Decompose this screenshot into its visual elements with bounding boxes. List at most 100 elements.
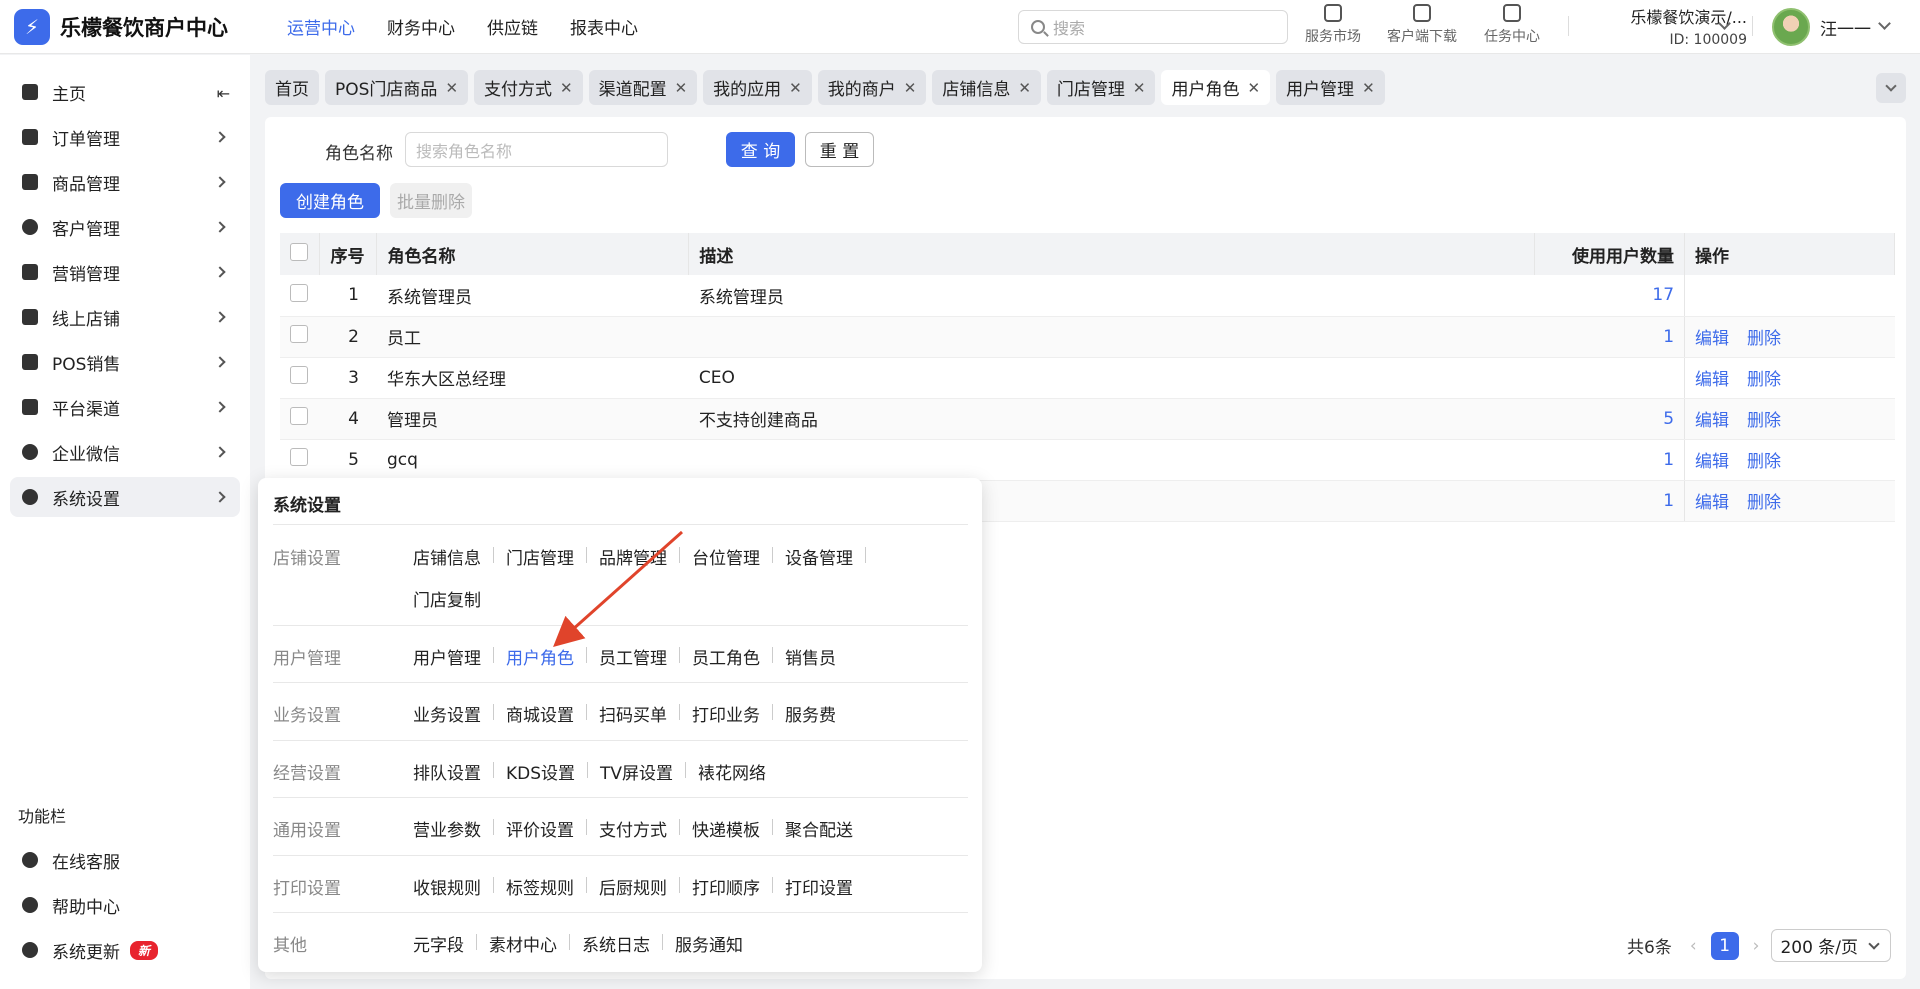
sidebar-item-products[interactable]: 商品管理 xyxy=(10,162,240,202)
row-user-count[interactable]: 5 xyxy=(1534,398,1685,440)
row-user-count[interactable]: 1 xyxy=(1534,316,1685,358)
row-checkbox[interactable] xyxy=(290,325,308,343)
tab-my-apps[interactable]: 我的应用 ✕ xyxy=(703,70,812,105)
menu-item-brand-management[interactable]: 品牌管理 xyxy=(599,544,667,569)
client-download-button[interactable]: 客户端下载 xyxy=(1382,4,1462,46)
menu-item-meta-fields[interactable]: 元字段 xyxy=(413,931,464,956)
top-nav-supply-chain[interactable]: 供应链 xyxy=(487,14,538,39)
reset-button[interactable]: 重 置 xyxy=(805,132,874,167)
top-nav-operations[interactable]: 运营中心 xyxy=(287,14,355,39)
sidebar-item-help-center[interactable]: 帮助中心 xyxy=(10,885,240,925)
close-icon[interactable]: ✕ xyxy=(445,79,458,97)
menu-item-cashier-rules[interactable]: 收银规则 xyxy=(413,874,481,899)
tab-user-roles[interactable]: 用户角色 ✕ xyxy=(1161,70,1271,105)
menu-item-scan-to-pay[interactable]: 扫码买单 xyxy=(599,701,667,726)
query-button[interactable]: 查 询 xyxy=(726,132,795,167)
edit-link[interactable]: 编辑 xyxy=(1695,493,1729,513)
close-icon[interactable]: ✕ xyxy=(1247,79,1260,97)
sidebar-item-home[interactable]: 主页 ⇤ xyxy=(10,72,240,112)
page-number-current[interactable]: 1 xyxy=(1710,931,1739,960)
edit-link[interactable]: 编辑 xyxy=(1695,329,1729,349)
sidebar-item-system-settings[interactable]: 系统设置 xyxy=(10,477,240,517)
menu-item-payment-methods[interactable]: 支付方式 xyxy=(599,816,667,841)
menu-item-store-copy[interactable]: 门店复制 xyxy=(413,586,481,611)
tab-store-info[interactable]: 店铺信息 ✕ xyxy=(932,70,1041,105)
search-input[interactable]: 搜索 xyxy=(1018,10,1288,44)
menu-item-print-order[interactable]: 打印顺序 xyxy=(692,874,760,899)
sidebar-item-system-update[interactable]: 系统更新 新 xyxy=(10,930,240,970)
menu-item-tv-screen-settings[interactable]: TV屏设置 xyxy=(600,759,673,784)
close-icon[interactable]: ✕ xyxy=(789,79,802,97)
delete-link[interactable]: 删除 xyxy=(1747,493,1781,513)
edit-link[interactable]: 编辑 xyxy=(1695,370,1729,390)
close-icon[interactable]: ✕ xyxy=(675,79,688,97)
menu-item-staff-management[interactable]: 员工管理 xyxy=(599,644,667,669)
close-icon[interactable]: ✕ xyxy=(904,79,917,97)
menu-item-queue-settings[interactable]: 排队设置 xyxy=(413,759,481,784)
sidebar-item-online-store[interactable]: 线上店铺 xyxy=(10,297,240,337)
batch-delete-button[interactable]: 批量删除 xyxy=(390,183,472,218)
menu-item-material-center[interactable]: 素材中心 xyxy=(489,931,557,956)
menu-item-aggregate-delivery[interactable]: 聚合配送 xyxy=(785,816,853,841)
page-size-select[interactable]: 200 条/页 xyxy=(1771,929,1892,962)
tab-store-management[interactable]: 门店管理 ✕ xyxy=(1046,70,1156,105)
sidebar-item-orders[interactable]: 订单管理 xyxy=(10,117,240,157)
menu-item-print-business[interactable]: 打印业务 xyxy=(692,701,760,726)
sidebar-item-pos-sales[interactable]: POS销售 xyxy=(10,342,240,382)
edit-link[interactable]: 编辑 xyxy=(1695,411,1729,431)
top-nav-reports[interactable]: 报表中心 xyxy=(570,14,638,39)
logo[interactable]: ⚡ 乐檬餐饮商户中心 xyxy=(14,8,244,45)
menu-item-table-management[interactable]: 台位管理 xyxy=(692,544,760,569)
row-user-count[interactable] xyxy=(1534,357,1685,399)
menu-item-salesperson[interactable]: 销售员 xyxy=(785,644,836,669)
row-checkbox[interactable] xyxy=(290,407,308,425)
sidebar-item-customers[interactable]: 客户管理 xyxy=(10,207,240,247)
sidebar-item-platform-channels[interactable]: 平台渠道 xyxy=(10,387,240,427)
close-icon[interactable]: ✕ xyxy=(1133,79,1146,97)
user-name[interactable]: 汪一一 xyxy=(1820,15,1871,40)
menu-item-service-notifications[interactable]: 服务通知 xyxy=(675,931,743,956)
prev-page-icon[interactable]: ‹ xyxy=(1690,936,1697,956)
menu-item-system-logs[interactable]: 系统日志 xyxy=(582,931,650,956)
menu-item-store-management[interactable]: 门店管理 xyxy=(506,544,574,569)
tab-home[interactable]: 首页 xyxy=(265,70,319,105)
tab-my-merchants[interactable]: 我的商户 ✕ xyxy=(817,70,927,105)
menu-item-print-settings[interactable]: 打印设置 xyxy=(785,874,853,899)
sidebar-item-wecom[interactable]: 企业微信 xyxy=(10,432,240,472)
row-user-count[interactable]: 1 xyxy=(1534,439,1685,481)
sidebar-item-online-support[interactable]: 在线客服 xyxy=(10,840,240,880)
tab-pos-store-products[interactable]: POS门店商品 ✕ xyxy=(325,70,469,105)
tab-payment-methods[interactable]: 支付方式 ✕ xyxy=(474,70,583,105)
task-center-button[interactable]: 任务中心 xyxy=(1472,4,1552,46)
row-checkbox[interactable] xyxy=(290,448,308,466)
menu-item-staff-roles[interactable]: 员工角色 xyxy=(692,644,760,669)
close-icon[interactable]: ✕ xyxy=(1362,79,1375,97)
next-page-icon[interactable]: › xyxy=(1753,936,1760,956)
menu-item-business-settings[interactable]: 业务设置 xyxy=(413,701,481,726)
delete-link[interactable]: 删除 xyxy=(1747,329,1781,349)
select-all-checkbox[interactable] xyxy=(290,242,308,261)
menu-item-mall-settings[interactable]: 商城设置 xyxy=(506,701,574,726)
menu-item-user-management[interactable]: 用户管理 xyxy=(413,644,481,669)
collapse-sidebar-icon[interactable]: ⇤ xyxy=(217,84,230,103)
role-name-search-input[interactable]: 搜索角色名称 xyxy=(405,132,668,167)
create-role-button[interactable]: 创建角色 xyxy=(280,183,380,218)
menu-item-user-roles[interactable]: 用户角色 xyxy=(506,644,574,669)
delete-link[interactable]: 删除 xyxy=(1747,411,1781,431)
row-checkbox[interactable] xyxy=(290,283,308,302)
menu-item-kds-settings[interactable]: KDS设置 xyxy=(506,759,575,784)
menu-item-decoration-network[interactable]: 裱花网络 xyxy=(698,759,766,784)
menu-item-review-settings[interactable]: 评价设置 xyxy=(506,816,574,841)
row-user-count[interactable]: 1 xyxy=(1534,480,1685,522)
close-icon[interactable]: ✕ xyxy=(560,79,573,97)
menu-item-kitchen-rules[interactable]: 后厨规则 xyxy=(599,874,667,899)
menu-item-service-fee[interactable]: 服务费 xyxy=(785,701,836,726)
sidebar-item-marketing[interactable]: 营销管理 xyxy=(10,252,240,292)
row-checkbox[interactable] xyxy=(290,366,308,384)
close-icon[interactable]: ✕ xyxy=(1018,79,1031,97)
row-user-count[interactable]: 17 xyxy=(1534,275,1685,317)
menu-item-device-management[interactable]: 设备管理 xyxy=(785,544,853,569)
service-market-button[interactable]: 服务市场 xyxy=(1293,4,1373,46)
menu-item-shipping-templates[interactable]: 快递模板 xyxy=(692,816,760,841)
menu-item-business-params[interactable]: 营业参数 xyxy=(413,816,481,841)
